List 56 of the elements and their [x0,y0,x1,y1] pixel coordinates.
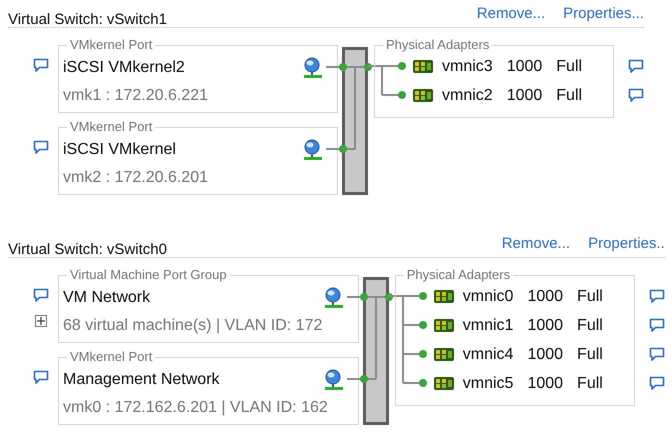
port-name: VM Network [63,289,150,307]
network-card-icon [432,289,455,305]
remove-link[interactable]: Remove... [476,5,546,22]
speech-bubble-icon[interactable] [33,288,49,303]
adapter-duplex: Full [577,288,603,306]
adapter-name: vmnic0 [462,288,514,306]
speech-bubble-icon[interactable] [648,346,665,362]
network-card-icon [432,318,455,334]
remove-link[interactable]: Remove... [502,235,570,252]
adapter-duplex: Full [556,58,582,76]
adapter-name: vmnic1 [462,317,514,335]
speech-bubble-icon[interactable] [33,140,49,155]
port-detail: vmk1 : 172.20.6.221 [63,86,209,106]
network-card-icon [412,59,434,75]
speech-bubble-icon[interactable] [648,318,665,332]
switch-title: Virtual Switch: vSwitch1 [8,10,168,28]
adapter-speed: 1000 [506,58,542,76]
adapter-name: vmnic3 [442,58,493,76]
properties-link[interactable]: Properties.. [588,235,665,252]
adapter-speed: 1000 [527,317,564,335]
network-card-icon [412,88,434,104]
adapter-duplex: Full [556,87,582,105]
adapter-name: vmnic2 [442,87,493,105]
network-card-icon [432,347,455,363]
expand-toggle[interactable] [35,315,47,327]
port-detail: vmk0 : 172.162.6.201 | VLAN ID: 162 [63,398,328,418]
adapter-name: vmnic4 [462,346,514,364]
properties-link[interactable]: Properties... [563,5,644,22]
network-card-icon [432,376,455,392]
adapter-duplex: Full [577,346,603,364]
adapters-label: Physical Adapters [383,37,492,53]
port-name: Management Network [63,371,220,389]
port-name: iSCSI VMkernel [63,141,176,159]
speech-bubble-icon[interactable] [33,370,49,385]
port-detail: vmk2 : 172.20.6.201 [63,168,209,188]
adapter-speed: 1000 [527,346,564,364]
port-detail: 68 virtual machine(s) | VLAN ID: 172 [63,316,324,336]
adapter-name: vmnic5 [462,375,514,393]
globe-icon [322,287,343,309]
speech-bubble-icon[interactable] [628,58,644,74]
speech-bubble-icon[interactable] [648,376,665,390]
switch-title: Virtual Switch: vSwitch0 [8,240,168,258]
globe-icon [322,369,343,391]
adapter-duplex: Full [577,317,603,335]
globe-icon [302,57,322,79]
adapter-speed: 1000 [506,87,542,105]
speech-bubble-icon[interactable] [33,58,49,73]
globe-icon [302,139,322,161]
port-group-label: Virtual Machine Port Group [67,267,230,283]
adapter-duplex: Full [577,375,603,393]
speech-bubble-icon[interactable] [628,88,644,102]
adapter-speed: 1000 [527,288,564,306]
speech-bubble-icon[interactable] [648,288,665,304]
adapter-speed: 1000 [527,375,564,393]
port-name: iSCSI VMkernel2 [63,59,185,77]
adapters-label: Physical Adapters [404,267,514,283]
